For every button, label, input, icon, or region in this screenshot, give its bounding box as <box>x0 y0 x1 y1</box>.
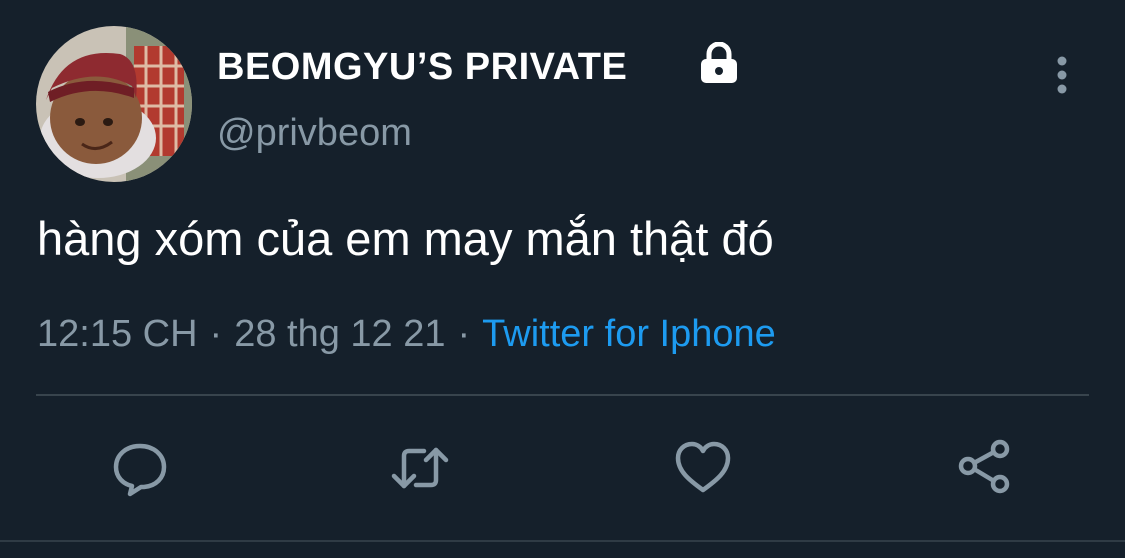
avatar-image <box>36 26 192 182</box>
more-vertical-icon[interactable] <box>1048 54 1076 98</box>
reply-button[interactable] <box>110 438 170 498</box>
display-name[interactable]: BEOMGYU’S PRIVATE <box>217 44 627 90</box>
share-icon <box>958 439 1010 494</box>
tweet-date: 28 thg 12 21 <box>234 313 446 355</box>
retweet-icon <box>391 447 449 489</box>
tweet-meta: 12:15 CH · 28 thg 12 21 · Twitter for Iphone <box>37 310 776 358</box>
retweet-button[interactable] <box>390 438 450 498</box>
tweet-time: 12:15 CH <box>37 313 198 355</box>
like-button[interactable] <box>673 438 733 498</box>
heart-icon <box>675 441 731 493</box>
lock-icon <box>701 42 737 83</box>
tweet-source-link[interactable]: Twitter for Iphone <box>482 313 776 355</box>
tweet-text: hàng xóm của em may mắn thật đó <box>37 212 774 265</box>
share-button[interactable] <box>955 438 1015 498</box>
user-handle[interactable]: @privbeom <box>217 110 412 156</box>
meta-separator: · <box>457 313 471 355</box>
action-bar <box>0 438 1125 498</box>
divider <box>36 394 1089 396</box>
reply-icon <box>113 443 167 497</box>
bottom-divider <box>0 540 1125 542</box>
meta-separator: · <box>209 313 223 355</box>
avatar[interactable] <box>36 26 192 182</box>
